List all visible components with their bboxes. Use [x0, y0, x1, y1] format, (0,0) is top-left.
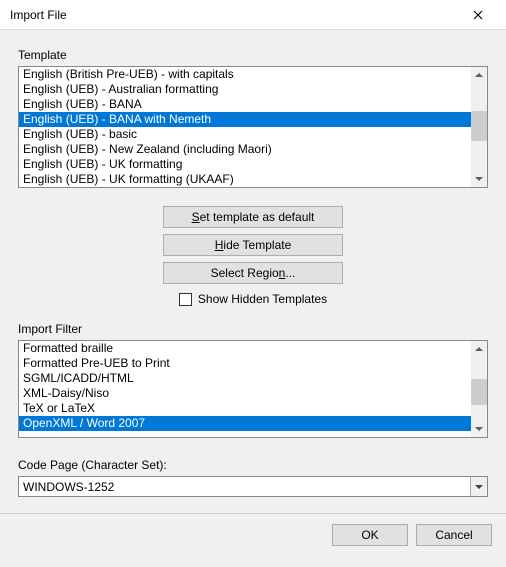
template-list-item[interactable]: English (UEB) - basic	[19, 127, 471, 142]
scroll-thumb[interactable]	[471, 111, 487, 141]
chevron-up-icon	[475, 345, 483, 353]
code-page-dropdown[interactable]: WINDOWS-1252	[18, 476, 488, 497]
set-template-default-button[interactable]: Set template as default	[163, 206, 343, 228]
template-label: Template	[18, 48, 488, 62]
template-list-item[interactable]: English (British Pre-UEB) - with capital…	[19, 67, 471, 82]
template-listbox[interactable]: English (British Pre-UEB) - with capital…	[18, 66, 488, 188]
scroll-thumb[interactable]	[471, 379, 487, 405]
title-bar: Import File	[0, 0, 506, 30]
scroll-up-button[interactable]	[471, 341, 487, 357]
dropdown-button[interactable]	[470, 477, 487, 496]
filter-list-item[interactable]: SGML/ICADD/HTML	[19, 371, 471, 386]
chevron-up-icon	[475, 71, 483, 79]
import-filter-label: Import Filter	[18, 322, 488, 336]
template-list-item[interactable]: English (UEB) - BANA with Nemeth	[19, 112, 471, 127]
filter-scrollbar[interactable]	[471, 341, 487, 437]
filter-list-item[interactable]: TeX or LaTeX	[19, 401, 471, 416]
template-list-item[interactable]: English (UEB) - UK formatting	[19, 157, 471, 172]
hide-template-button[interactable]: Hide Template	[163, 234, 343, 256]
show-hidden-label: Show Hidden Templates	[198, 292, 327, 306]
code-page-value: WINDOWS-1252	[19, 480, 470, 494]
template-list-item[interactable]: English (UEB) - BANA	[19, 97, 471, 112]
cancel-button[interactable]: Cancel	[416, 524, 492, 546]
chevron-down-icon	[475, 483, 483, 491]
code-page-label: Code Page (Character Set):	[18, 458, 488, 472]
scroll-track[interactable]	[471, 357, 487, 421]
dialog-content: Template English (British Pre-UEB) - wit…	[0, 30, 506, 556]
chevron-down-icon	[475, 175, 483, 183]
select-region-button[interactable]: Select Region...	[163, 262, 343, 284]
ok-button[interactable]: OK	[332, 524, 408, 546]
import-filter-listbox[interactable]: Formatted brailleFormatted Pre-UEB to Pr…	[18, 340, 488, 438]
scroll-down-button[interactable]	[471, 421, 487, 437]
filter-list-item[interactable]: Formatted Pre-UEB to Print	[19, 356, 471, 371]
template-scrollbar[interactable]	[471, 67, 487, 187]
filter-list-item[interactable]: Formatted braille	[19, 341, 471, 356]
template-list-item[interactable]: English (UEB) - UK formatting (UKAAF)	[19, 172, 471, 187]
dialog-footer: OK Cancel	[0, 513, 506, 556]
window-title: Import File	[10, 8, 67, 22]
filter-list-item[interactable]: XML-Daisy/Niso	[19, 386, 471, 401]
show-hidden-checkbox[interactable]	[179, 293, 192, 306]
close-icon	[473, 10, 483, 20]
filter-list-item[interactable]: OpenXML / Word 2007	[19, 416, 471, 431]
template-list-item[interactable]: English (UEB) - Australian formatting	[19, 82, 471, 97]
scroll-down-button[interactable]	[471, 171, 487, 187]
close-button[interactable]	[458, 1, 498, 29]
chevron-down-icon	[475, 425, 483, 433]
template-list-item[interactable]: English (UEB) - New Zealand (including M…	[19, 142, 471, 157]
scroll-up-button[interactable]	[471, 67, 487, 83]
scroll-track[interactable]	[471, 83, 487, 171]
